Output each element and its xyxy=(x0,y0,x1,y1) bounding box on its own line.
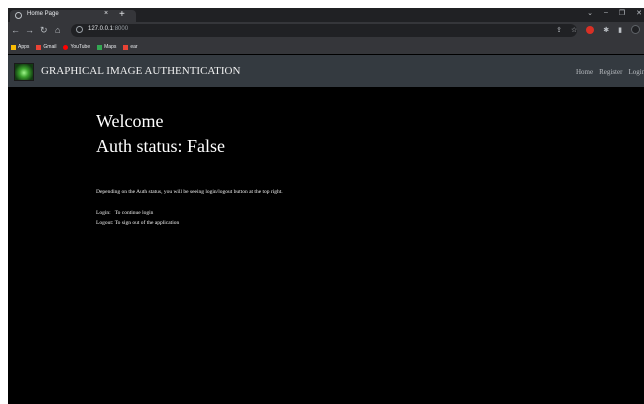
globe-icon xyxy=(15,12,22,19)
extension-icon[interactable] xyxy=(586,25,595,34)
bookmark-label: YouTube xyxy=(70,44,91,50)
tab-title: Home Page xyxy=(27,11,59,17)
reload-icon[interactable]: ↻ xyxy=(40,25,48,35)
description-text: Depending on the Auth status, you will b… xyxy=(96,189,283,195)
bookmark-youtube[interactable]: YouTube xyxy=(63,44,90,50)
bookmark-ear[interactable]: ear xyxy=(123,44,138,50)
bookmark-label: Maps xyxy=(104,44,117,50)
nav-register-link[interactable]: Register xyxy=(599,68,622,76)
gmail-icon xyxy=(123,44,129,50)
site-navbar: GRAPHICAL IMAGE AUTHENTICATION Home Regi… xyxy=(8,55,644,87)
url-port: :8000 xyxy=(113,26,129,32)
share-icon[interactable]: ⇪ xyxy=(556,26,562,34)
bookmark-apps[interactable]: Apps xyxy=(11,44,29,50)
url-host: 127.0.0.1 xyxy=(88,26,114,32)
home-icon[interactable]: ⌂ xyxy=(55,25,60,35)
nav-home-link[interactable]: Home xyxy=(576,68,593,76)
browser-toolbar: ← → ↻ ⌂ 127.0.0.1:8000 ⇪ ☆ ✱ ▮ xyxy=(8,22,644,40)
bookmarks-bar: Apps Gmail YouTube Maps ear xyxy=(8,40,644,54)
bookmark-label: Apps xyxy=(18,44,30,50)
chevron-down-icon[interactable]: ⌄ xyxy=(587,9,593,17)
logout-info-text: Logout: To sign out of the application xyxy=(96,220,180,226)
forward-icon[interactable]: → xyxy=(25,25,34,35)
puzzle-icon[interactable]: ✱ xyxy=(603,26,609,34)
close-tab-icon[interactable]: × xyxy=(104,10,108,17)
tab-strip: Home Page × + ⌄ – ❐ ✕ xyxy=(8,8,644,22)
bookmark-gmail[interactable]: Gmail xyxy=(36,44,56,50)
sidebar-icon[interactable]: ▮ xyxy=(618,26,622,34)
apps-grid-icon xyxy=(11,44,16,50)
minimize-icon[interactable]: – xyxy=(604,9,608,17)
auth-status-heading: Auth status: False xyxy=(96,136,225,156)
window-controls: ⌄ – ❐ ✕ xyxy=(587,9,642,17)
site-nav-links: Home Register Login xyxy=(576,68,644,76)
address-bar[interactable]: 127.0.0.1:8000 xyxy=(71,24,577,37)
bookmark-maps[interactable]: Maps xyxy=(97,44,116,50)
login-info-text: Login: To continue login xyxy=(96,210,154,216)
gmail-icon xyxy=(36,44,42,50)
toolbar-actions: ⇪ ☆ ✱ ▮ xyxy=(556,25,640,34)
site-brand[interactable]: GRAPHICAL IMAGE AUTHENTICATION xyxy=(41,65,240,77)
bookmark-label: Gmail xyxy=(43,44,57,50)
maximize-icon[interactable]: ❐ xyxy=(619,9,625,17)
back-icon[interactable]: ← xyxy=(11,25,20,35)
browser-window: Home Page × + ⌄ – ❐ ✕ ← → ↻ ⌂ 127.0.0.1:… xyxy=(8,8,644,404)
browser-tab[interactable]: Home Page × + xyxy=(10,9,136,22)
profile-avatar[interactable] xyxy=(631,25,640,34)
site-logo[interactable] xyxy=(14,63,34,81)
close-icon[interactable]: ✕ xyxy=(636,9,642,17)
page-content: Welcome Auth status: False Depending on … xyxy=(96,110,283,226)
nav-login-link[interactable]: Login xyxy=(628,68,644,76)
url-text: 127.0.0.1:8000 xyxy=(88,26,128,32)
info-icon[interactable] xyxy=(76,26,83,33)
new-tab-icon[interactable]: + xyxy=(119,9,125,20)
bookmark-label: ear xyxy=(130,44,138,50)
maps-icon xyxy=(97,44,103,50)
welcome-heading: Welcome xyxy=(96,111,164,131)
youtube-icon xyxy=(63,44,69,50)
bookmark-star-icon[interactable]: ☆ xyxy=(571,26,577,34)
